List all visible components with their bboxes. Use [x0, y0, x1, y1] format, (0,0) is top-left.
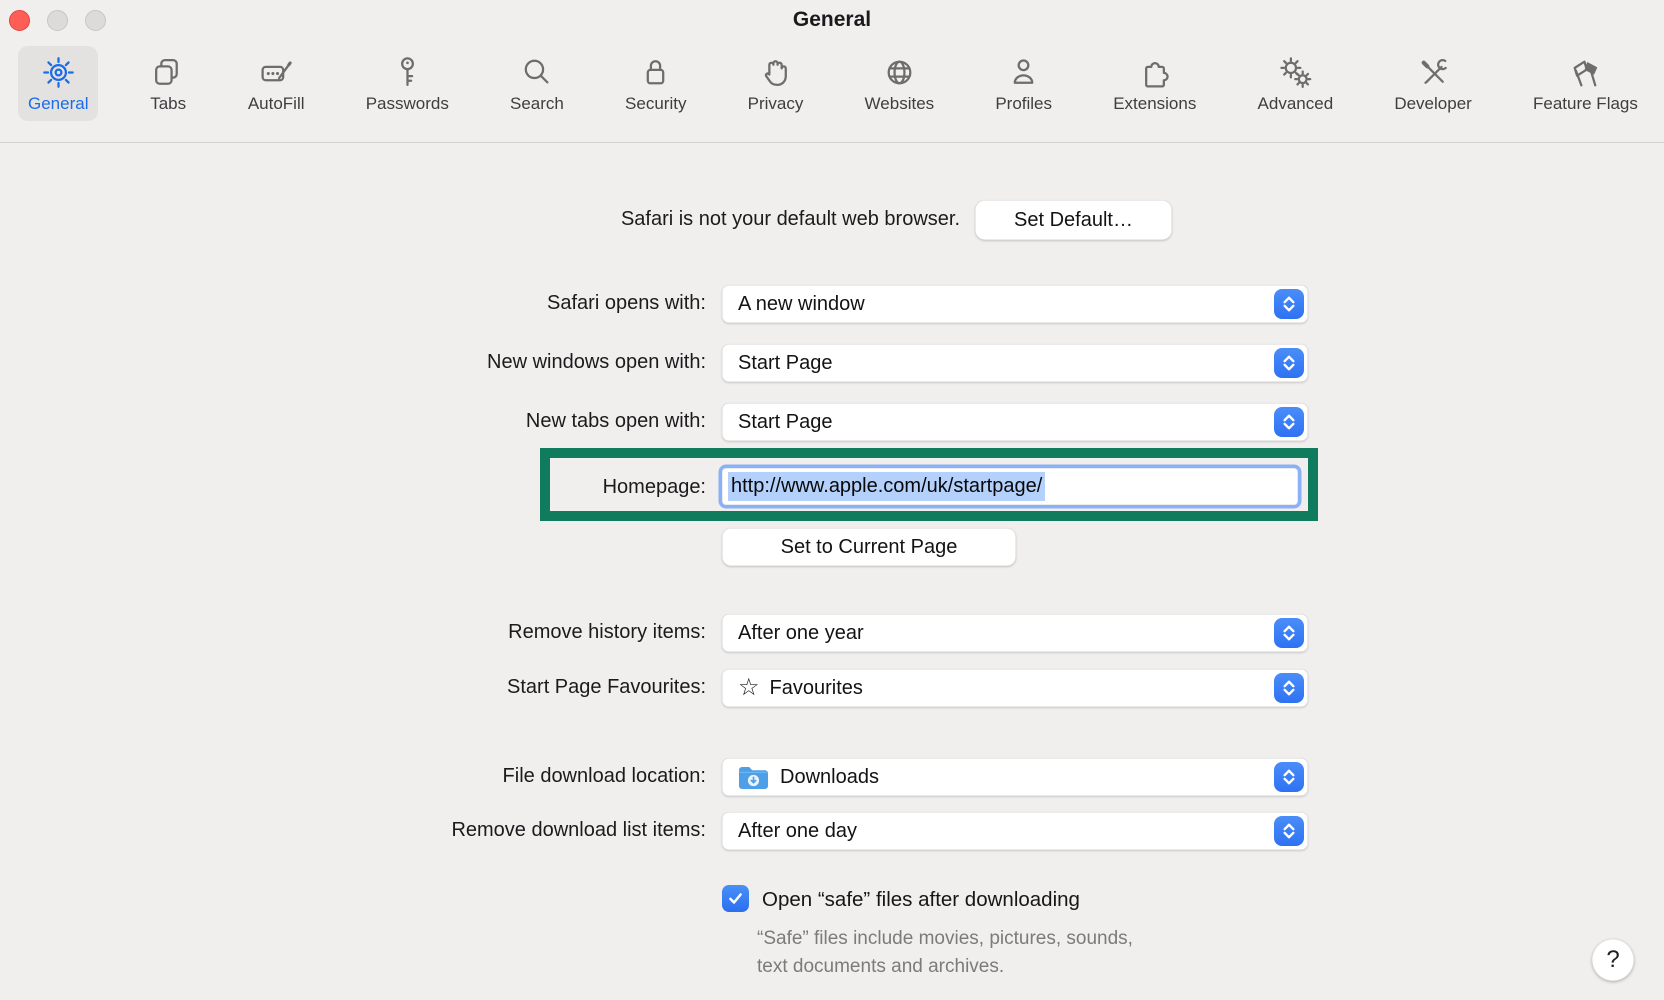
set-default-button[interactable]: Set Default… [975, 200, 1172, 240]
tab-label: Security [625, 94, 687, 113]
tab-label: Extensions [1113, 94, 1197, 113]
new-windows-select[interactable]: Start Page [722, 344, 1308, 382]
tab-security[interactable]: Security [615, 46, 696, 121]
chevron-up-down-icon [1274, 407, 1304, 437]
tab-advanced[interactable]: Advanced [1248, 46, 1344, 121]
globe-icon [881, 54, 918, 91]
safe-files-caption-line1: “Safe” files include movies, pictures, s… [757, 928, 1133, 949]
settings-toolbar: General Tabs AutoFill Passwords Search S… [0, 44, 1664, 143]
chevron-up-down-icon [1274, 618, 1304, 648]
tools-icon [1415, 54, 1452, 91]
tab-label: Profiles [995, 94, 1053, 113]
new-tabs-value: Start Page [738, 410, 833, 433]
open-safe-files-checkbox[interactable] [722, 885, 749, 912]
open-safe-files-label: Open “safe” files after downloading [762, 888, 1080, 911]
tab-developer[interactable]: Developer [1384, 46, 1482, 121]
homepage-label: Homepage: [602, 476, 706, 498]
download-location-value: Downloads [780, 765, 879, 788]
homepage-input[interactable]: http://www.apple.com/uk/startpage/ [722, 468, 1298, 505]
remove-downloads-value: After one day [738, 819, 857, 842]
tab-extensions[interactable]: Extensions [1103, 46, 1206, 121]
checkmark-icon [729, 893, 742, 904]
star-icon: ☆ [738, 673, 760, 701]
tab-websites[interactable]: Websites [855, 46, 945, 121]
chevron-up-down-icon [1274, 762, 1304, 792]
tab-label: Tabs [150, 94, 187, 113]
tab-label: Search [510, 94, 564, 113]
favourites-label: Start Page Favourites: [507, 676, 706, 698]
safe-files-caption-line2: text documents and archives. [757, 956, 1005, 977]
downloads-folder-icon [738, 765, 769, 790]
remove-downloads-select[interactable]: After one day [722, 812, 1308, 850]
flags-icon [1567, 54, 1604, 91]
new-tabs-label: New tabs open with: [525, 410, 706, 432]
tab-label: General [28, 94, 89, 113]
remove-history-value: After one year [738, 621, 864, 644]
opens-with-select[interactable]: A new window [722, 285, 1308, 323]
tab-label: Feature Flags [1533, 94, 1638, 113]
tab-feature-flags[interactable]: Feature Flags [1523, 46, 1648, 121]
tabs-icon [150, 54, 187, 91]
chevron-up-down-icon [1274, 348, 1304, 378]
lock-icon [637, 54, 674, 91]
tab-label: Privacy [747, 94, 804, 113]
set-to-current-page-button[interactable]: Set to Current Page [722, 528, 1016, 566]
tab-label: Passwords [365, 94, 449, 113]
tab-profiles[interactable]: Profiles [985, 46, 1062, 121]
gear-icon [40, 54, 77, 91]
gears-icon [1277, 54, 1314, 91]
tab-label: Advanced [1257, 94, 1334, 113]
puzzle-icon [1136, 54, 1173, 91]
favourites-value: Favourites [769, 676, 863, 699]
remove-history-label: Remove history items: [508, 621, 706, 643]
chevron-up-down-icon [1274, 289, 1304, 319]
hand-icon [757, 54, 794, 91]
chevron-up-down-icon [1274, 816, 1304, 846]
homepage-selected-text: http://www.apple.com/uk/startpage/ [728, 472, 1046, 501]
tab-privacy[interactable]: Privacy [738, 46, 814, 121]
magnifier-icon [518, 54, 555, 91]
remove-history-select[interactable]: After one year [722, 614, 1308, 652]
tab-autofill[interactable]: AutoFill [238, 46, 315, 121]
tab-label: AutoFill [247, 94, 305, 113]
tab-passwords[interactable]: Passwords [356, 46, 459, 121]
download-location-label: File download location: [502, 765, 706, 787]
new-windows-value: Start Page [738, 351, 833, 374]
default-browser-text: Safari is not your default web browser. [620, 208, 960, 230]
tab-tabs[interactable]: Tabs [140, 46, 197, 121]
help-button[interactable]: ? [1592, 939, 1634, 981]
chevron-up-down-icon [1274, 673, 1304, 703]
person-icon [1005, 54, 1042, 91]
new-windows-label: New windows open with: [487, 351, 706, 373]
autofill-icon [258, 54, 295, 91]
tab-label: Developer [1394, 94, 1472, 113]
download-location-select[interactable]: Downloads [722, 758, 1308, 796]
opens-with-value: A new window [738, 292, 865, 315]
safari-settings-window: General General Tabs AutoFill Passwords … [0, 0, 1664, 1000]
favourites-select[interactable]: ☆ Favourites [722, 669, 1308, 707]
opens-with-label: Safari opens with: [547, 292, 706, 314]
key-icon [389, 54, 426, 91]
window-title: General [792, 8, 872, 31]
tab-general[interactable]: General [18, 46, 99, 121]
tab-label: Websites [864, 94, 935, 113]
remove-downloads-label: Remove download list items: [451, 819, 706, 841]
tab-search[interactable]: Search [500, 46, 574, 121]
new-tabs-select[interactable]: Start Page [722, 403, 1308, 441]
